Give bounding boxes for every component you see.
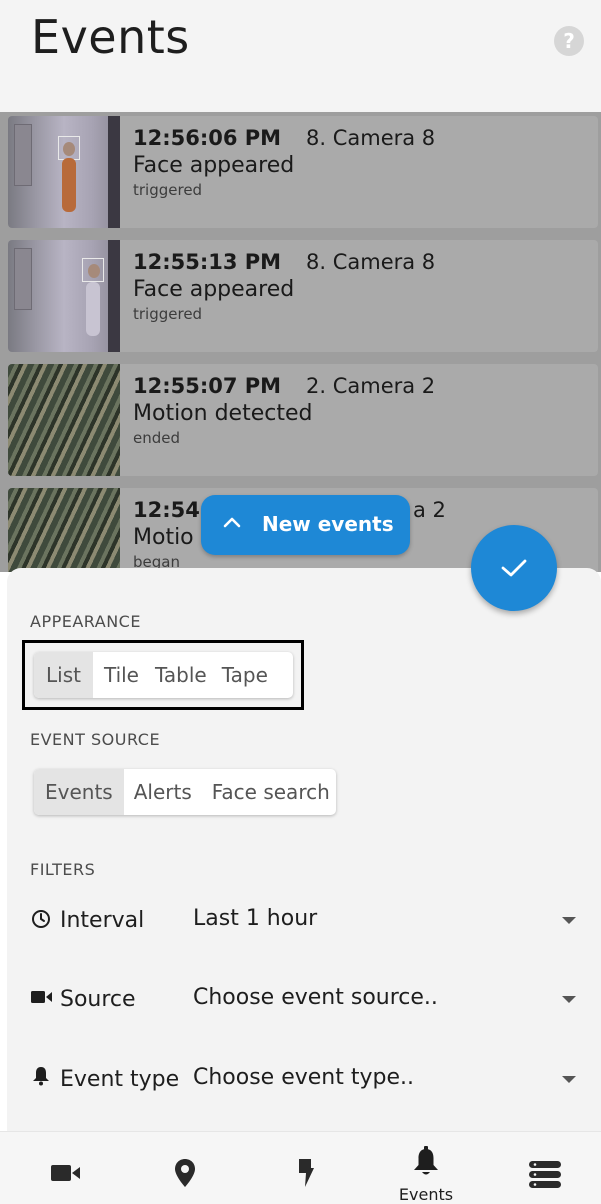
- event-card[interactable]: 12:55:13 PM 8. Camera 8 Face appeared tr…: [8, 240, 598, 352]
- menu-stack-icon: [529, 1161, 561, 1188]
- chevron-down-icon[interactable]: [562, 1076, 576, 1083]
- event-type-label: Event type: [60, 1067, 180, 1092]
- filters-heading: FILTERS: [30, 860, 96, 879]
- event-status: triggered: [133, 181, 203, 199]
- event-time: 12:55:07 PM: [133, 374, 282, 398]
- event-thumbnail: [8, 240, 120, 352]
- event-thumbnail: [8, 364, 120, 476]
- event-camera: 8. Camera 8: [306, 126, 436, 150]
- bell-icon: [33, 1067, 49, 1086]
- help-icon[interactable]: ?: [554, 26, 584, 56]
- page-title: Events: [31, 10, 190, 64]
- new-events-label: New events: [262, 512, 394, 536]
- new-events-button[interactable]: New events: [201, 495, 410, 555]
- event-card[interactable]: 12:56:06 PM 8. Camera 8 Face appeared tr…: [8, 116, 598, 228]
- interval-value[interactable]: Last 1 hour: [193, 906, 317, 931]
- appearance-heading: APPEARANCE: [30, 612, 141, 631]
- nav-item-events[interactable]: Events: [386, 1132, 466, 1204]
- event-type-value[interactable]: Choose event type..: [193, 1065, 414, 1090]
- appearance-highlight-frame: [22, 640, 304, 710]
- bottom-navigation: Events: [0, 1131, 601, 1204]
- chevron-down-icon[interactable]: [562, 996, 576, 1003]
- nav-item-actions[interactable]: [265, 1132, 345, 1204]
- clock-icon: [32, 910, 50, 928]
- event-camera: 2. Camera 2: [306, 374, 436, 398]
- event-status: triggered: [133, 305, 203, 323]
- video-camera-icon: [51, 1165, 80, 1181]
- face-frame: [58, 136, 80, 160]
- chevron-up-icon: [223, 510, 241, 534]
- event-camera: a 2: [413, 498, 446, 522]
- event-type: Motion detected: [133, 401, 313, 426]
- source-label: Source: [60, 987, 136, 1012]
- nav-label-events: Events: [398, 1185, 454, 1204]
- event-thumbnail: [8, 488, 120, 572]
- event-type: Face appeared: [133, 277, 295, 302]
- chevron-down-icon[interactable]: [562, 917, 576, 924]
- checkmark-icon: [501, 559, 527, 577]
- source-option-alerts[interactable]: Alerts: [124, 769, 202, 815]
- camera-icon: [31, 991, 52, 1003]
- header: Events ?: [0, 0, 601, 112]
- apply-button[interactable]: [471, 525, 557, 611]
- event-time: 12:54:: [133, 498, 209, 522]
- bell-icon: [414, 1146, 438, 1175]
- event-source-heading: EVENT SOURCE: [30, 730, 161, 749]
- event-type: Face appeared: [133, 153, 295, 178]
- event-camera: 8. Camera 8: [306, 250, 436, 274]
- nav-item-menu[interactable]: [505, 1132, 585, 1204]
- source-value[interactable]: Choose event source..: [193, 985, 438, 1010]
- event-time: 12:55:13 PM: [133, 250, 282, 274]
- event-thumbnail: [8, 116, 120, 228]
- event-card[interactable]: 12:55:07 PM 2. Camera 2 Motion detected …: [8, 364, 598, 476]
- event-status: ended: [133, 429, 181, 447]
- lightning-icon: [299, 1159, 314, 1187]
- source-option-face-search[interactable]: Face search: [202, 769, 336, 815]
- event-time: 12:56:06 PM: [133, 126, 282, 150]
- nav-item-cameras[interactable]: [25, 1132, 105, 1204]
- event-source-segmented-control[interactable]: Events Alerts Face search: [34, 769, 336, 815]
- source-option-events[interactable]: Events: [34, 769, 124, 815]
- map-pin-icon: [175, 1159, 195, 1187]
- nav-item-map[interactable]: [145, 1132, 225, 1204]
- interval-label: Interval: [60, 908, 145, 933]
- face-frame: [82, 258, 104, 282]
- event-type: Motio: [133, 525, 194, 550]
